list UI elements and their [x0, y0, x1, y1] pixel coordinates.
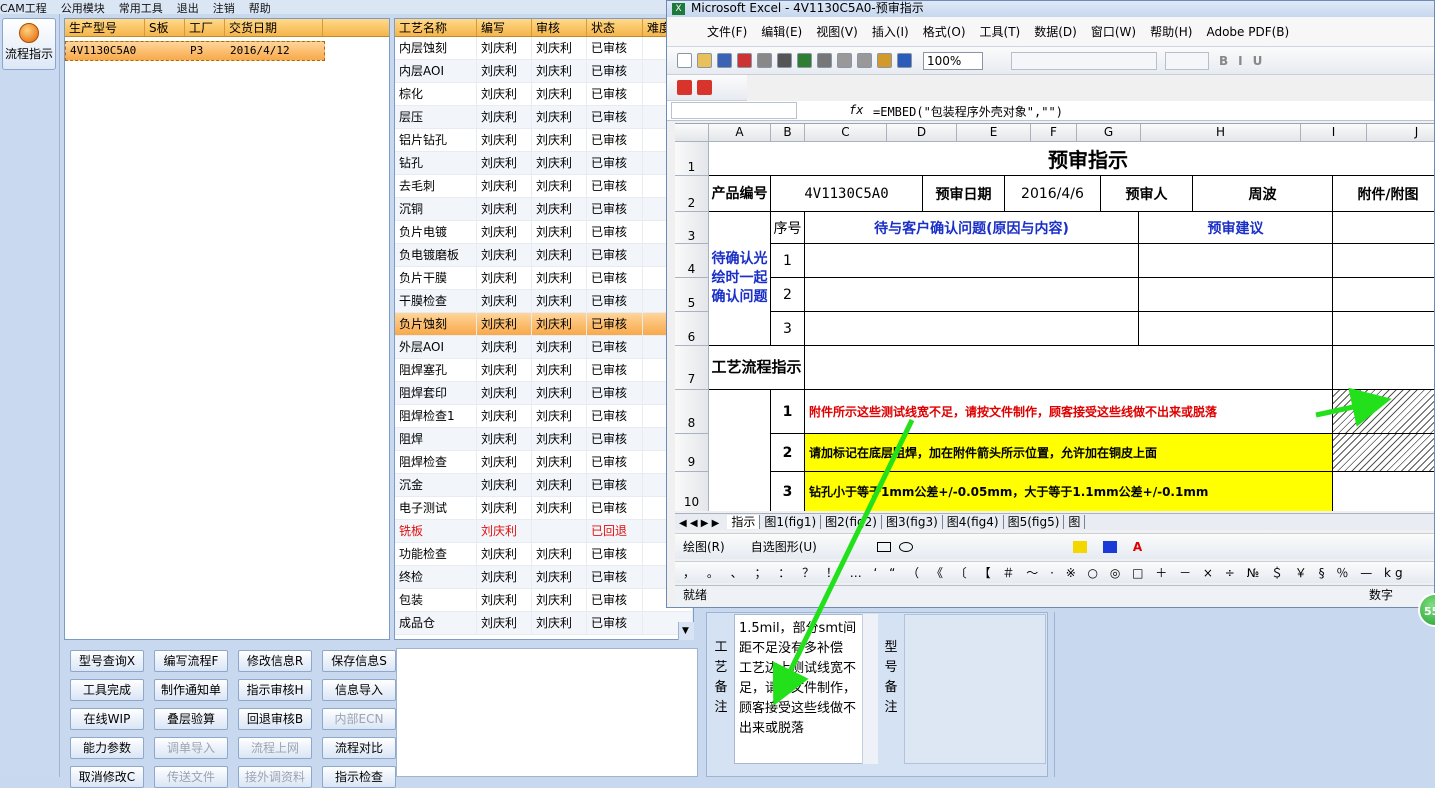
annotation-arrows: [772, 387, 1392, 706]
arrow-to-remark: [772, 418, 915, 706]
arrow-to-attachment: [1315, 387, 1392, 427]
